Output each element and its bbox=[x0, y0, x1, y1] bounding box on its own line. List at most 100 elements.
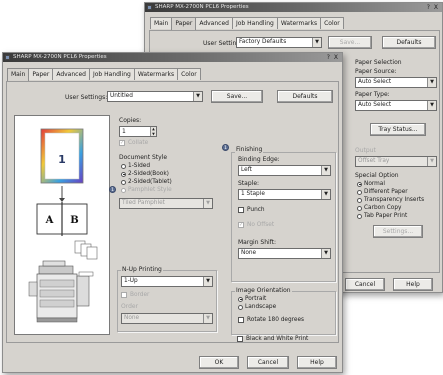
radio-selected-icon bbox=[121, 171, 126, 177]
back-tab-job-handling[interactable]: Job Handling bbox=[231, 17, 278, 29]
nup-value: 1-Up bbox=[124, 278, 138, 284]
paper-type-select[interactable]: Auto Select ▼ bbox=[355, 100, 437, 111]
back-user-settings-select[interactable]: Factory Defaults ▼ bbox=[236, 37, 322, 48]
special-option-settings-button[interactable]: Settings... bbox=[373, 225, 423, 238]
document-style-2-sided-tablet[interactable]: 2-Sided(Tablet) bbox=[121, 179, 172, 185]
nup-select[interactable]: 1-Up ▼ bbox=[121, 276, 213, 287]
document-style-pamphlet[interactable]: Pamphlet Style bbox=[121, 187, 172, 193]
orientation-landscape[interactable]: Landscape bbox=[238, 304, 276, 310]
radio-icon bbox=[357, 205, 362, 211]
checkbox-icon bbox=[121, 292, 127, 298]
output-select[interactable]: Offset Tray ▼ bbox=[355, 156, 437, 167]
front-tab-paper[interactable]: Paper bbox=[28, 68, 54, 80]
front-tab-job-handling[interactable]: Job Handling bbox=[88, 68, 135, 80]
document-style-1-sided[interactable]: 1-Sided bbox=[121, 163, 150, 169]
front-window-controls[interactable]: ? X bbox=[327, 53, 339, 62]
back-tab-paper[interactable]: Paper bbox=[171, 17, 197, 30]
binding-edge-value: Left bbox=[241, 167, 252, 173]
radio-selected-icon bbox=[357, 181, 362, 187]
preview-illustration: 1 A B bbox=[28, 128, 98, 323]
back-defaults-button[interactable]: Defaults bbox=[382, 36, 436, 49]
back-help-button[interactable]: Help bbox=[393, 278, 433, 291]
back-title-bar: SHARP MX-2700N PCL6 Properties ? X bbox=[145, 3, 442, 12]
front-user-settings-select[interactable]: Untitled ▼ bbox=[107, 91, 203, 102]
front-defaults-button[interactable]: Defaults bbox=[277, 90, 333, 103]
black-and-white-print-checkbox[interactable]: Black and White Print bbox=[237, 336, 308, 342]
image-orientation-title: Image Orientation bbox=[235, 287, 292, 294]
paper-selection-title: Paper Selection bbox=[355, 59, 402, 66]
front-cancel-button[interactable]: Cancel bbox=[247, 356, 289, 369]
special-option-tab-paper-print[interactable]: Tab Paper Print bbox=[357, 213, 407, 219]
back-window-controls[interactable]: ? X bbox=[427, 3, 439, 12]
chevron-down-icon: ▼ bbox=[203, 199, 212, 208]
back-save-button[interactable]: Save... bbox=[328, 36, 372, 49]
back-cancel-button[interactable]: Cancel bbox=[345, 278, 385, 291]
chevron-down-icon: ▼ bbox=[427, 101, 436, 110]
chevron-down-icon: ▼ bbox=[321, 166, 330, 175]
binding-edge-select[interactable]: Left ▼ bbox=[238, 165, 331, 176]
ok-button[interactable]: OK bbox=[199, 356, 239, 369]
paper-type-label: Paper Type: bbox=[355, 91, 390, 98]
finishing-title: Finishing bbox=[235, 146, 264, 153]
stepper-arrows-icon[interactable]: ▲ ▼ bbox=[150, 127, 156, 136]
checkbox-icon bbox=[238, 207, 244, 213]
copies-stepper[interactable]: 1 ▲ ▼ bbox=[119, 126, 157, 137]
no-offset-checkbox[interactable]: ✓ No Offset bbox=[238, 222, 274, 228]
chevron-down-icon: ▼ bbox=[321, 249, 330, 258]
back-user-settings-value: Factory Defaults bbox=[239, 39, 287, 45]
printer-app-icon bbox=[147, 5, 152, 10]
front-tab-strip: Main Paper Advanced Job Handling Waterma… bbox=[7, 68, 201, 81]
arrow-down-icon bbox=[59, 186, 65, 202]
chevron-down-icon: ▼ bbox=[203, 314, 212, 323]
pamphlet-select[interactable]: Tiled Pamphlet ▼ bbox=[119, 198, 213, 209]
copies-label: Copies: bbox=[119, 117, 142, 124]
nup-printing-title: N-Up Printing bbox=[121, 266, 163, 273]
back-tab-main[interactable]: Main bbox=[150, 17, 173, 29]
border-checkbox[interactable]: Border bbox=[121, 292, 149, 298]
radio-icon bbox=[238, 304, 243, 310]
special-option-carbon-copy[interactable]: Carbon Copy bbox=[357, 205, 401, 211]
print-preview-area: 1 A B bbox=[14, 115, 110, 335]
tray-status-button[interactable]: Tray Status... bbox=[370, 123, 426, 136]
callout-badge-pamphlet: 1 bbox=[109, 186, 116, 193]
front-help-button[interactable]: Help bbox=[297, 356, 337, 369]
copier-machine-icon bbox=[28, 260, 94, 323]
front-save-button[interactable]: Save... bbox=[211, 90, 263, 103]
front-user-settings-label: User Settings: bbox=[65, 94, 108, 101]
punch-checkbox[interactable]: Punch bbox=[238, 207, 265, 213]
back-tab-watermarks[interactable]: Watermarks bbox=[276, 17, 322, 29]
front-tab-main[interactable]: Main bbox=[7, 68, 30, 81]
checkbox-checked-icon: ✓ bbox=[238, 222, 244, 228]
special-option-normal[interactable]: Normal bbox=[357, 181, 385, 187]
staple-value: 1 Staple bbox=[241, 191, 265, 197]
front-user-settings-value: Untitled bbox=[110, 93, 133, 99]
paper-source-select[interactable]: Auto Select ▼ bbox=[355, 77, 437, 88]
radio-icon bbox=[357, 197, 362, 203]
printer-app-icon bbox=[5, 55, 10, 60]
front-tab-advanced[interactable]: Advanced bbox=[52, 68, 90, 80]
copies-value: 1 bbox=[122, 128, 126, 135]
order-select[interactable]: None ▼ bbox=[121, 313, 213, 324]
paper-type-value: Auto Select bbox=[358, 102, 392, 108]
margin-shift-select[interactable]: None ▼ bbox=[238, 248, 331, 259]
back-tab-color[interactable]: Color bbox=[320, 17, 344, 29]
front-tab-color[interactable]: Color bbox=[177, 68, 201, 80]
special-option-transparency-inserts[interactable]: Transparency Inserts bbox=[357, 197, 424, 203]
staple-select[interactable]: 1 Staple ▼ bbox=[238, 189, 331, 200]
special-option-title: Special Option bbox=[355, 172, 399, 179]
preview-letter-b: B bbox=[70, 215, 78, 226]
binding-edge-label: Binding Edge: bbox=[238, 156, 280, 163]
rotate-180-checkbox[interactable]: Rotate 180 degrees bbox=[238, 317, 304, 323]
front-tab-watermarks[interactable]: Watermarks bbox=[133, 68, 179, 80]
front-properties-window: SHARP MX-2700N PCL6 Properties ? X Main … bbox=[2, 52, 343, 373]
collate-checkbox[interactable]: ✓ Collate bbox=[119, 140, 148, 146]
orientation-portrait[interactable]: Portrait bbox=[238, 296, 266, 302]
back-tab-advanced[interactable]: Advanced bbox=[195, 17, 233, 29]
callout-badge-finishing: 1 bbox=[222, 144, 229, 151]
radio-icon bbox=[121, 179, 126, 185]
special-option-different-paper[interactable]: Different Paper bbox=[357, 189, 408, 195]
radio-icon bbox=[357, 213, 362, 219]
back-tab-strip: Main Paper Advanced Job Handling Waterma… bbox=[150, 17, 344, 30]
document-style-2-sided-book[interactable]: 2-Sided(Book) bbox=[121, 171, 169, 177]
chevron-down-icon: ▼ bbox=[193, 92, 202, 101]
